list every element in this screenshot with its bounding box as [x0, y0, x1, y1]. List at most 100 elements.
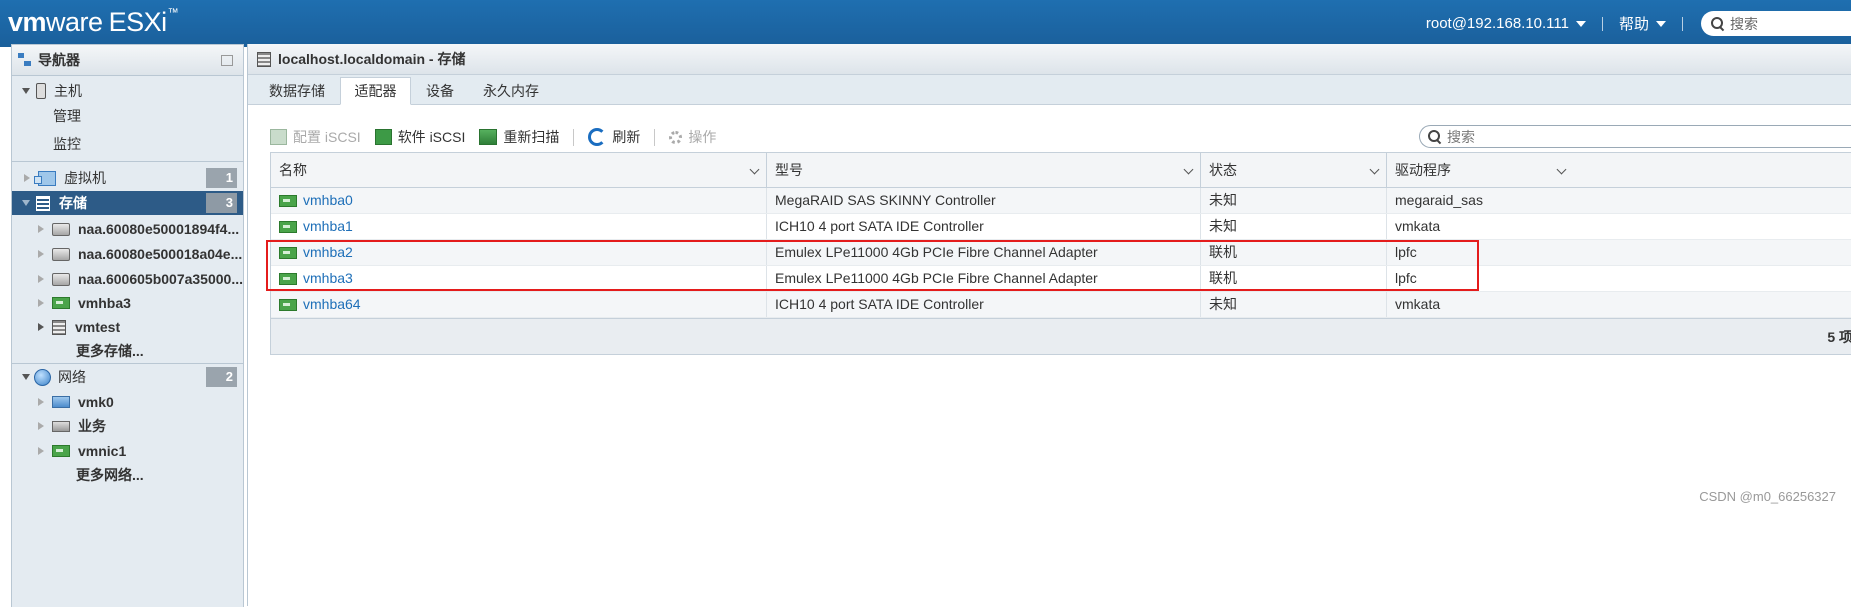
navigator-title: 导航器	[38, 52, 80, 68]
collapse-icon[interactable]	[221, 55, 233, 66]
nav-network-item[interactable]: vmk0	[12, 390, 243, 414]
expand-right-icon[interactable]	[38, 225, 44, 233]
column-header-name[interactable]: 名称	[271, 153, 767, 187]
chevron-down-icon[interactable]	[1369, 164, 1380, 175]
tab-persistent-memory[interactable]: 永久内存	[480, 78, 542, 104]
highlight-annotation	[266, 240, 1479, 291]
table-row[interactable]: vmhba0 MegaRAID SAS SKINNY Controller 未知…	[271, 188, 1851, 214]
expand-right-icon[interactable]	[38, 447, 44, 455]
rescan-button[interactable]: 重新扫描	[479, 127, 559, 147]
expand-right-icon[interactable]	[38, 422, 44, 430]
expand-right-icon[interactable]	[38, 299, 44, 307]
virtual-machine-icon	[34, 170, 56, 186]
nav-storage-item[interactable]: naa.600605b007a35000...	[12, 267, 243, 291]
user-menu[interactable]: root@192.168.10.111	[1426, 15, 1586, 32]
nav-more-storage-label: 更多存储...	[76, 343, 144, 359]
column-header-model[interactable]: 型号	[767, 153, 1201, 187]
cell-name[interactable]: vmhba0	[271, 188, 767, 213]
cell-name[interactable]: vmhba1	[271, 214, 767, 239]
globe-icon	[34, 368, 51, 386]
divider	[1601, 16, 1603, 31]
disk-icon	[52, 272, 70, 286]
help-menu[interactable]: 帮助	[1619, 13, 1666, 34]
nav-storage-item-label: naa.60080e500018a04e...	[78, 246, 243, 262]
expand-right-icon[interactable]	[38, 323, 44, 331]
global-search-input[interactable]: 搜索	[1701, 11, 1851, 36]
host-icon	[36, 83, 46, 99]
tab-adapters[interactable]: 适配器	[340, 77, 411, 105]
nav-storage-item[interactable]: vmhba3	[12, 291, 243, 315]
nav-storage-item[interactable]: naa.60080e500018a04e...	[12, 242, 243, 266]
nav-more-network-label: 更多网络...	[76, 467, 144, 483]
adapter-link[interactable]: vmhba1	[303, 214, 353, 239]
search-placeholder: 搜索	[1730, 15, 1758, 32]
nav-storage-item-label: vmhba3	[78, 295, 131, 311]
adapter-icon	[52, 297, 70, 309]
nav-storage[interactable]: 存储 3	[12, 191, 243, 215]
cell-model: ICH10 4 port SATA IDE Controller	[767, 292, 1201, 317]
software-iscsi-button[interactable]: 软件 iSCSI	[374, 127, 465, 147]
nav-storage-item-label: naa.600605b007a35000...	[77, 271, 243, 287]
tab-datastores[interactable]: 数据存储	[262, 78, 332, 104]
cell-status: 未知	[1201, 188, 1387, 213]
nav-network-item-label: 业务	[78, 418, 106, 434]
cell-name[interactable]: vmhba64	[271, 292, 767, 317]
nav-storage-item[interactable]: vmtest	[12, 315, 243, 339]
nav-network-label: 网络	[58, 369, 86, 385]
nav-host[interactable]: 主机	[12, 80, 243, 102]
nav-more-network[interactable]: 更多网络...	[12, 463, 243, 487]
column-header-driver[interactable]: 驱动程序	[1387, 153, 1851, 187]
adapter-link[interactable]: vmhba64	[303, 292, 361, 317]
expand-right-icon[interactable]	[38, 250, 44, 258]
cell-driver: vmkata	[1395, 218, 1441, 234]
nav-monitor-label: 监控	[53, 136, 81, 152]
toolbar: 配置 iSCSI 软件 iSCSI 重新扫描 刷新 操作	[270, 126, 730, 148]
tab-bar: 数据存储 适配器 设备 永久内存	[248, 75, 1851, 105]
actions-button[interactable]: 操作	[669, 127, 716, 147]
physical-nic-icon	[52, 445, 70, 457]
expand-down-icon[interactable]	[22, 374, 30, 380]
nav-network[interactable]: 网络 2	[12, 365, 243, 389]
main-panel: localhost.localdomain - 存储 数据存储 适配器 设备 永…	[247, 44, 1851, 606]
table-row[interactable]: vmhba64 ICH10 4 port SATA IDE Controller…	[271, 292, 1851, 318]
nav-network-item[interactable]: 业务	[12, 414, 243, 438]
adapter-search-input[interactable]: 搜索	[1419, 125, 1851, 148]
tab-label: 永久内存	[483, 83, 539, 99]
nav-storage-item[interactable]: naa.60080e50001894f4...	[12, 217, 243, 241]
storage-count-badge: 3	[206, 193, 237, 213]
page-title: localhost.localdomain - 存储	[278, 51, 466, 67]
nav-network-item[interactable]: vmnic1	[12, 439, 243, 463]
expand-right-icon[interactable]	[38, 398, 44, 406]
chevron-down-icon[interactable]	[749, 164, 760, 175]
iscsi-icon	[374, 129, 392, 145]
help-label: 帮助	[1618, 16, 1649, 33]
refresh-button[interactable]: 刷新	[588, 127, 640, 147]
button-label: 重新扫描	[503, 129, 560, 145]
table-row[interactable]: vmhba1 ICH10 4 port SATA IDE Controller …	[271, 214, 1851, 240]
storage-icon	[257, 51, 271, 67]
configure-iscsi-button[interactable]: 配置 iSCSI	[270, 127, 361, 147]
tab-devices[interactable]: 设备	[420, 78, 460, 104]
adapter-link[interactable]: vmhba0	[303, 188, 353, 213]
nav-host-monitor[interactable]: 监控	[12, 133, 243, 155]
nav-more-storage[interactable]: 更多存储...	[12, 339, 243, 363]
table-footer: 5 项	[271, 318, 1851, 354]
cell-status: 未知	[1201, 292, 1387, 317]
logo-ware: ware	[46, 7, 103, 37]
user-label: root@192.168.10.111	[1425, 15, 1569, 32]
vms-count-badge: 1	[206, 168, 237, 188]
column-header-status[interactable]: 状态	[1201, 153, 1387, 187]
nav-host-manage[interactable]: 管理	[12, 105, 243, 127]
chevron-down-icon[interactable]	[1183, 164, 1194, 175]
expand-right-icon[interactable]	[24, 174, 30, 182]
expand-down-icon[interactable]	[22, 88, 30, 94]
storage-icon	[36, 195, 50, 211]
expand-down-icon[interactable]	[22, 200, 30, 206]
nav-network-item-label: vmk0	[78, 394, 114, 410]
expand-right-icon[interactable]	[38, 275, 44, 283]
chevron-down-icon[interactable]	[1556, 164, 1567, 175]
adapter-icon	[279, 194, 297, 207]
cell-driver: vmkata	[1395, 296, 1441, 312]
chevron-down-icon	[1656, 20, 1666, 27]
nav-vms[interactable]: 虚拟机 1	[12, 166, 243, 190]
